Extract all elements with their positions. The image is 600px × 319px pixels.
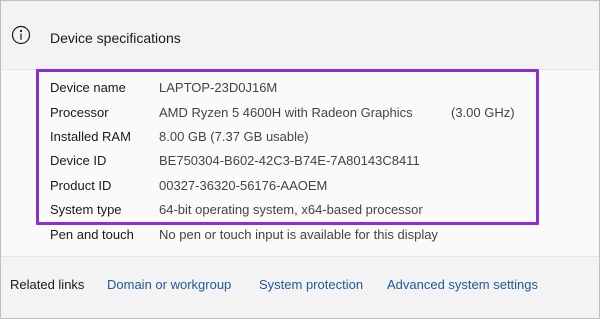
spec-value: No pen or touch input is available for t… [159,227,438,242]
domain-or-workgroup-link[interactable]: Domain or workgroup [107,277,231,292]
info-icon [11,25,31,45]
related-links-title: Related links [10,277,85,292]
spec-row-pen-and-touch: Pen and touch No pen or touch input is a… [1,227,599,249]
spec-label: Pen and touch [50,227,134,242]
highlight-rectangle [36,69,539,225]
device-specifications-panel: Device specifications Device name LAPTOP… [0,0,600,319]
specifications-header[interactable]: Device specifications [1,1,599,70]
advanced-system-settings-link[interactable]: Advanced system settings [387,277,538,292]
related-links-bar: Related links Domain or workgroup System… [1,257,599,318]
section-title: Device specifications [50,30,181,46]
system-protection-link[interactable]: System protection [259,277,363,292]
